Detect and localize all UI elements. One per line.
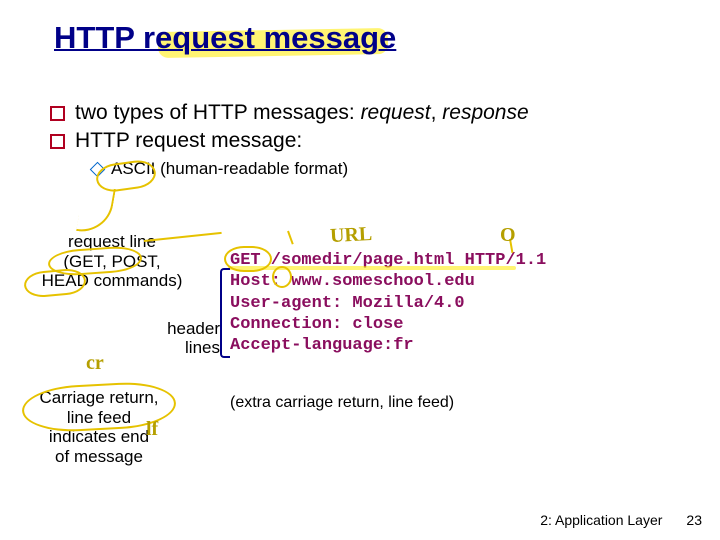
brace-header-lines bbox=[220, 268, 230, 358]
annot-o: O bbox=[500, 224, 516, 247]
annot-cr: cr bbox=[86, 352, 104, 375]
annot-url: URL bbox=[329, 223, 372, 248]
label-request-line: request line (GET, POST, HEAD commands) bbox=[32, 232, 192, 291]
diamond-bullet-icon bbox=[90, 161, 106, 177]
bullet-2: HTTP request message: bbox=[50, 128, 670, 154]
arrow-url-down bbox=[287, 231, 294, 245]
b1-i2: response bbox=[442, 101, 528, 124]
title-wrap: HTTP request message bbox=[48, 18, 402, 58]
bullet-1-text: two types of HTTP messages: request, res… bbox=[75, 100, 529, 126]
square-bullet-icon bbox=[50, 106, 65, 121]
label-extra-crlf: (extra carriage return, line feed) bbox=[230, 394, 454, 412]
http-request-code: GET /somedir/page.html HTTP/1.1 Host: ww… bbox=[230, 250, 546, 356]
bullet-list: two types of HTTP messages: request, res… bbox=[50, 100, 670, 179]
square-bullet-icon bbox=[50, 134, 65, 149]
bullet-1: two types of HTTP messages: request, res… bbox=[50, 100, 670, 126]
slide-title: HTTP request message bbox=[48, 18, 402, 58]
slide-footer: 2: Application Layer 23 bbox=[540, 512, 702, 528]
bullet-2-text: HTTP request message: bbox=[75, 128, 302, 154]
b1-mid: , bbox=[431, 101, 443, 124]
slide: HTTP request message two types of HTTP m… bbox=[0, 0, 720, 540]
subbullet-1-text: ASCII (human-readable format) bbox=[111, 159, 348, 179]
footer-page-number: 23 bbox=[686, 512, 702, 528]
brace-ascii-to-reqline bbox=[76, 184, 116, 237]
footer-chapter: 2: Application Layer bbox=[540, 512, 662, 528]
b1-pre: two types of HTTP messages: bbox=[75, 101, 361, 124]
label-header-lines: header lines bbox=[150, 320, 220, 357]
label-carriage-return: Carriage return, line feed indicates end… bbox=[24, 388, 174, 466]
subbullet-1: ASCII (human-readable format) bbox=[92, 159, 670, 179]
b1-i1: request bbox=[361, 101, 431, 124]
